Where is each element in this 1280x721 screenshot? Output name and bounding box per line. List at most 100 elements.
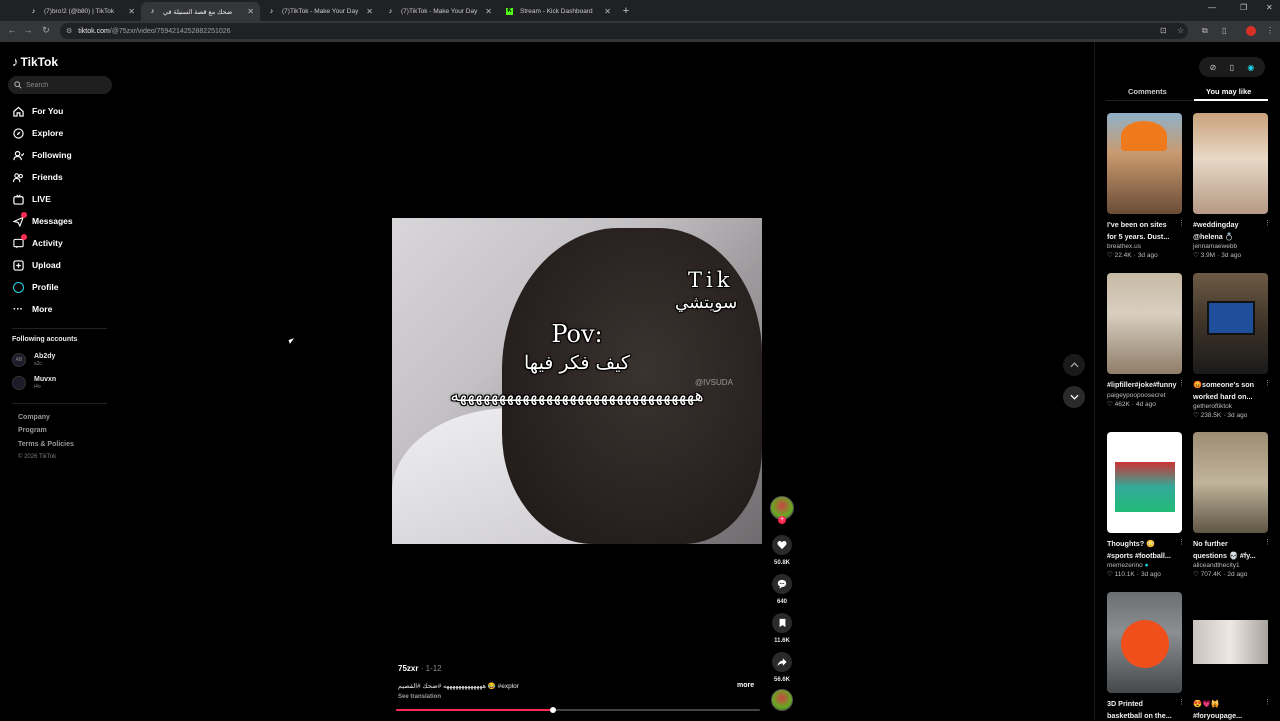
video-thumbnail[interactable] bbox=[1193, 273, 1268, 374]
card-menu-icon[interactable]: ⋮ bbox=[1264, 538, 1271, 546]
tab-spacer bbox=[0, 2, 22, 21]
following-account[interactable]: Muvxn i4o bbox=[12, 376, 56, 390]
recommended-video-card[interactable]: 3D Printed basketball on the... ⋮ bbox=[1107, 592, 1185, 721]
card-author[interactable]: memezerino ● bbox=[1107, 562, 1183, 569]
footer-terms-link[interactable]: Terms & Policies bbox=[18, 441, 74, 448]
card-menu-icon[interactable]: ⋮ bbox=[1264, 379, 1271, 387]
video-thumbnail[interactable] bbox=[1107, 592, 1182, 693]
recommended-video-card[interactable]: 😍💗🙀 #foryoupage... ⋮ bbox=[1193, 592, 1271, 721]
tab-close-icon[interactable]: ✕ bbox=[247, 7, 254, 16]
card-menu-icon[interactable]: ⋮ bbox=[1178, 538, 1185, 546]
follow-plus-icon[interactable]: + bbox=[778, 516, 786, 524]
card-author[interactable]: paigeypoopoosecret bbox=[1107, 392, 1183, 399]
video-thumbnail[interactable] bbox=[1107, 273, 1182, 374]
recommended-video-card[interactable]: #lipfiller#joke#funny paigeypoopoosecret… bbox=[1107, 273, 1185, 408]
browser-tab-1[interactable]: ♪ (7)bro!2 (@b80) | TikTok ✕ bbox=[22, 2, 141, 21]
browser-profile-avatar[interactable] bbox=[1246, 26, 1256, 36]
video-thumbnail[interactable] bbox=[1193, 113, 1268, 214]
phone-icon[interactable]: ▯ bbox=[1230, 63, 1234, 72]
card-meta: ♡ 3.9M · 3d ago bbox=[1193, 252, 1242, 259]
nav-upload[interactable]: Upload bbox=[12, 258, 61, 272]
card-menu-icon[interactable]: ⋮ bbox=[1264, 219, 1271, 227]
nav-following[interactable]: Following bbox=[12, 148, 72, 162]
browser-tab-3[interactable]: ♪ (7)TikTok - Make Your Day ✕ bbox=[260, 2, 379, 21]
video-progress-bar[interactable] bbox=[396, 707, 760, 713]
coin-icon[interactable]: ◉ bbox=[1247, 63, 1254, 72]
card-menu-icon[interactable]: ⋮ bbox=[1178, 379, 1185, 387]
card-author[interactable]: breathex.us bbox=[1107, 243, 1183, 250]
site-info-icon[interactable]: ⚙ bbox=[66, 27, 72, 35]
nav-for-you[interactable]: For You bbox=[12, 104, 63, 118]
close-window-icon[interactable]: ✕ bbox=[1266, 3, 1273, 12]
author-name: memezerino bbox=[1107, 562, 1143, 569]
reload-icon[interactable]: ↻ bbox=[40, 25, 52, 36]
video-player[interactable]: Tik سويتشي Pov: كيف فكر فيها ههههههههههه… bbox=[392, 218, 762, 544]
recommended-video-card[interactable]: 😡someone's son worked hard on... gethero… bbox=[1193, 273, 1271, 419]
browser-tab-2[interactable]: ♪ ضحك مع قصة السنيلة في ✕ bbox=[141, 2, 260, 21]
video-thumbnail[interactable] bbox=[1107, 432, 1182, 533]
footer-program-link[interactable]: Program bbox=[18, 427, 47, 434]
thumbnail-photo bbox=[1193, 620, 1268, 664]
tab-comments[interactable]: Comments bbox=[1128, 87, 1167, 96]
tiktok-logo[interactable]: ♪ TikTok bbox=[12, 54, 58, 69]
nav-profile[interactable]: Profile bbox=[12, 280, 58, 294]
video-author[interactable]: 75zxr · 1-12 bbox=[398, 664, 442, 673]
video-thumbnail[interactable] bbox=[1107, 113, 1182, 214]
share-button[interactable] bbox=[772, 652, 792, 672]
browser-menu-icon[interactable]: ⋮ bbox=[1266, 26, 1274, 35]
tab-you-may-like[interactable]: You may like bbox=[1206, 87, 1251, 96]
forward-icon[interactable]: → bbox=[22, 25, 34, 35]
following-account[interactable]: AB Ab2dy s2c bbox=[12, 353, 55, 367]
card-age: 3d ago bbox=[1140, 571, 1161, 578]
sidebar-divider bbox=[12, 328, 107, 329]
card-author[interactable]: jennamaewebb bbox=[1193, 243, 1269, 250]
next-video-button[interactable] bbox=[1063, 386, 1085, 408]
tab-close-icon[interactable]: ✕ bbox=[485, 7, 492, 16]
progress-handle[interactable] bbox=[549, 707, 556, 713]
tab-close-icon[interactable]: ✕ bbox=[366, 7, 373, 16]
recommended-video-card[interactable]: No further questions 💀 #fy... aliceandth… bbox=[1193, 432, 1271, 578]
footer-company-link[interactable]: Company bbox=[18, 414, 50, 421]
install-app-icon[interactable]: ⊡ bbox=[1160, 26, 1167, 35]
browser-tab-5[interactable]: K Stream - Kick Dashboard ✕ bbox=[498, 2, 617, 21]
nav-activity[interactable]: Activity bbox=[12, 234, 63, 250]
save-button[interactable] bbox=[772, 613, 792, 633]
like-button[interactable] bbox=[772, 535, 792, 555]
tiktok-favicon-icon: ♪ bbox=[388, 8, 393, 15]
nav-live[interactable]: LIVE bbox=[12, 192, 51, 206]
extensions-icon[interactable]: ⧉ bbox=[1202, 26, 1208, 36]
back-icon[interactable]: ← bbox=[6, 25, 18, 35]
compass-icon[interactable]: ⊘ bbox=[1210, 63, 1217, 72]
nav-friends[interactable]: Friends bbox=[12, 170, 63, 184]
new-tab-button[interactable]: + bbox=[617, 2, 635, 21]
recommended-video-card[interactable]: Thoughts? 😳 #sports #football... memezer… bbox=[1107, 432, 1185, 578]
recommended-video-card[interactable]: #weddingday @helena 💍 jennamaewebb ♡ 3.9… bbox=[1193, 113, 1271, 259]
nav-messages[interactable]: Messages bbox=[12, 212, 73, 228]
nav-more[interactable]: ··· More bbox=[12, 302, 52, 316]
previous-video-button[interactable] bbox=[1063, 354, 1085, 376]
card-menu-icon[interactable]: ⋮ bbox=[1264, 698, 1271, 706]
nav-explore[interactable]: Explore bbox=[12, 126, 63, 140]
tab-close-icon[interactable]: ✕ bbox=[604, 7, 611, 16]
card-author[interactable]: aliceandthecity1 bbox=[1193, 562, 1269, 569]
search-box[interactable] bbox=[8, 76, 112, 94]
recommended-video-card[interactable]: I've been on sites for 5 years. Dust... … bbox=[1107, 113, 1185, 259]
caption-more-button[interactable]: more bbox=[737, 682, 754, 689]
minimize-icon[interactable]: — bbox=[1208, 3, 1216, 12]
tab-close-icon[interactable]: ✕ bbox=[128, 7, 135, 16]
bookmark-star-icon[interactable]: ☆ bbox=[1177, 26, 1184, 35]
card-menu-icon[interactable]: ⋮ bbox=[1178, 219, 1185, 227]
sidepanel-icon[interactable]: ▯ bbox=[1222, 26, 1226, 35]
browser-tab-4[interactable]: ♪ (7)TikTok - Make Your Day ✕ bbox=[379, 2, 498, 21]
see-translation-link[interactable]: See translation bbox=[398, 694, 441, 700]
sound-disc[interactable] bbox=[771, 689, 793, 711]
comment-button[interactable] bbox=[772, 574, 792, 594]
maximize-icon[interactable]: ❐ bbox=[1240, 3, 1247, 12]
card-author[interactable]: getheroftiktok bbox=[1193, 403, 1269, 410]
video-overlay-tik: Tik bbox=[688, 268, 734, 292]
search-input[interactable] bbox=[26, 81, 106, 89]
video-thumbnail[interactable] bbox=[1193, 432, 1268, 533]
card-menu-icon[interactable]: ⋮ bbox=[1178, 698, 1185, 706]
url-field[interactable]: ⚙ tiktok.com /@75zxr/video/7594214252882… bbox=[60, 23, 1188, 39]
video-thumbnail[interactable] bbox=[1193, 592, 1268, 693]
